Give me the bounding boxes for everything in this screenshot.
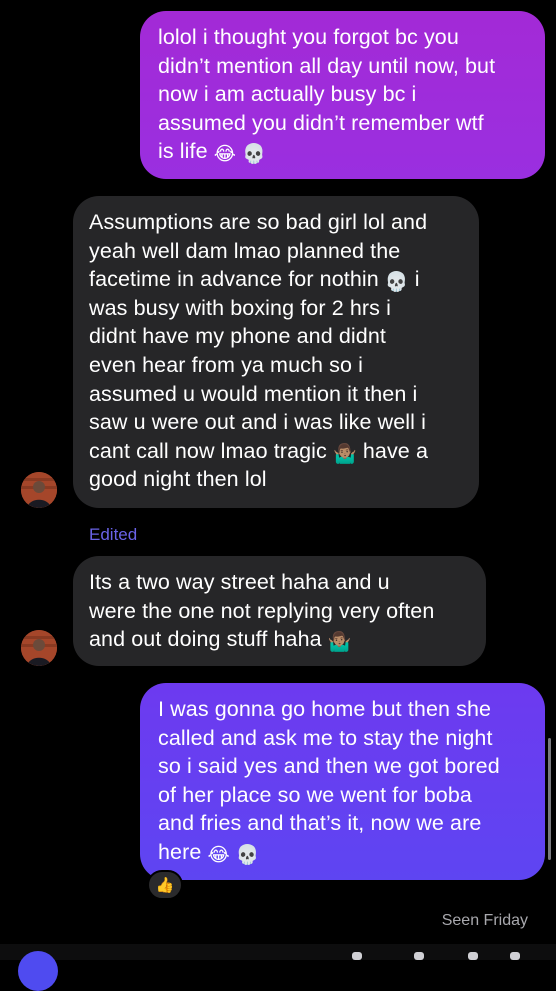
gallery-icon[interactable] [414, 952, 424, 960]
sticker-icon[interactable] [468, 952, 478, 960]
avatar[interactable] [21, 472, 57, 508]
skull-emoji-icon: 💀 [242, 143, 266, 166]
message-line: now i am actually busy bc i [158, 82, 417, 107]
message-line: and fries and that’s it, now we are [158, 811, 482, 836]
message-line: yeah well dam lmao planned the [89, 238, 401, 263]
message-line: didn’t mention all day until now, but [158, 53, 496, 78]
shrug-emoji-icon: 🤷🏽‍♂️ [327, 631, 352, 654]
laughing-emoji-icon: 😂 [207, 843, 230, 866]
avatar-photo [21, 630, 57, 666]
message-line: assumed u would mention it then i [89, 381, 418, 406]
scrollbar[interactable] [548, 738, 551, 860]
thumbs-up-icon: 👍 [155, 876, 175, 894]
skull-emoji-icon: 💀 [235, 843, 260, 866]
message-bubble-received-2[interactable]: Its a two way street haha and u were the… [73, 556, 486, 666]
message-line: cant call now lmao tragic 🤷🏽‍♂️ have a [89, 438, 428, 465]
message-line: so i said yes and then we got bored [158, 754, 500, 779]
avatar-photo [21, 472, 57, 508]
message-bubble-sent-1[interactable]: lolol i thought you forgot bc you didn’t… [140, 11, 545, 179]
laughing-emoji-icon: 😂 [213, 143, 237, 166]
avatar[interactable] [21, 630, 57, 666]
message-line: even hear from ya much so i [89, 352, 363, 377]
camera-button[interactable] [18, 951, 58, 991]
message-line: were the one not replying very often [89, 598, 435, 623]
message-line: is life 😂 💀 [158, 139, 266, 166]
thumbs-up-reaction[interactable]: 👍 [147, 870, 183, 900]
message-line: here 😂 💀 [158, 839, 260, 866]
message-line: lolol i thought you forgot bc you [158, 25, 459, 49]
skull-emoji-icon: 💀 [384, 271, 409, 294]
message-line: and out doing stuff haha 🤷🏽‍♂️ [89, 627, 352, 654]
message-line: facetime in advance for nothin 💀 i [89, 267, 420, 294]
message-line: of her place so we went for boba [158, 782, 472, 807]
edited-label: Edited [89, 525, 138, 544]
message-line: called and ask me to stay the night [158, 725, 493, 750]
message-line: assumed you didn’t remember wtf [158, 110, 484, 135]
message-line: saw u were out and i was like well i [89, 410, 426, 435]
add-icon[interactable] [510, 952, 520, 960]
seen-status: Seen Friday [441, 912, 528, 929]
message-line: good night then lol [89, 467, 267, 492]
message-line: I was gonna go home but then she [158, 697, 492, 721]
shrug-emoji-icon: 🤷🏽‍♂️ [333, 442, 357, 465]
microphone-icon[interactable] [352, 952, 362, 960]
message-line: was busy with boxing for 2 hrs i [89, 295, 391, 320]
message-line: didnt have my phone and didnt [89, 324, 386, 349]
message-line: Assumptions are so bad girl lol and [89, 210, 428, 234]
message-bubble-received-1[interactable]: Assumptions are so bad girl lol and yeah… [73, 196, 479, 508]
message-bubble-sent-2[interactable]: I was gonna go home but then she called … [140, 683, 545, 880]
message-line: Its a two way street haha and u [89, 570, 390, 594]
